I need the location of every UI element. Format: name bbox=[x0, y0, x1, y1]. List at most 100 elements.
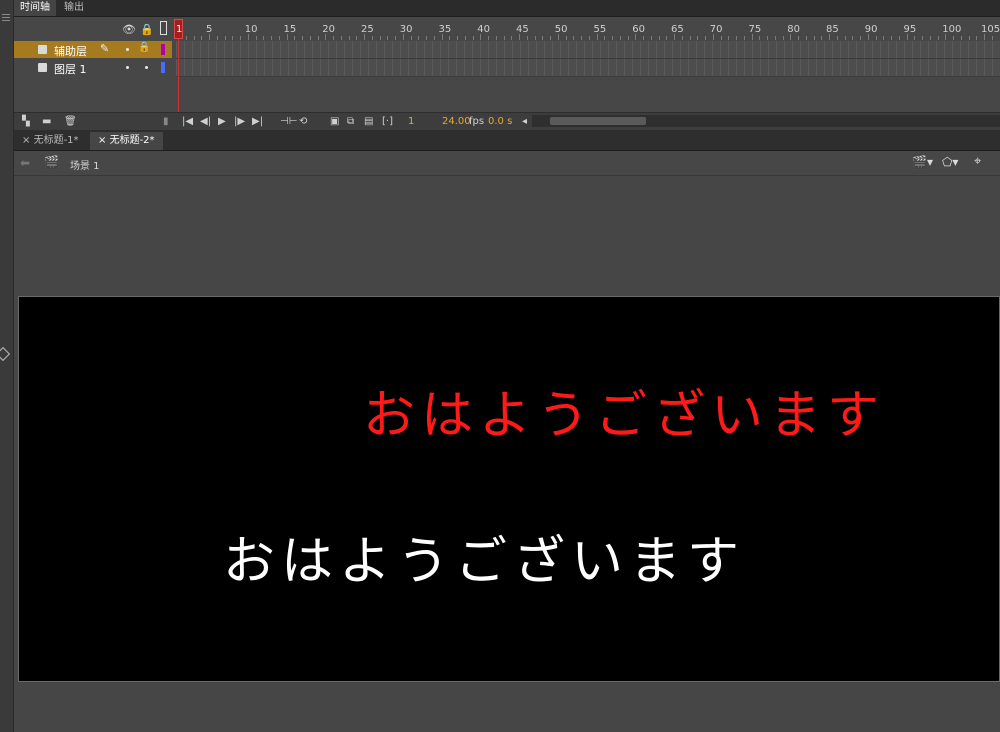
ruler-tick bbox=[193, 36, 195, 40]
lock-dot[interactable] bbox=[145, 66, 148, 69]
ruler-tick bbox=[720, 36, 722, 40]
timeline-hscrollbar[interactable] bbox=[532, 115, 1000, 127]
ruler-tick bbox=[782, 36, 784, 40]
edit-symbols-icon[interactable]: ⬠▾ bbox=[942, 155, 958, 169]
play-icon[interactable]: ▶ bbox=[218, 116, 226, 127]
ruler-tick bbox=[449, 36, 451, 40]
close-icon[interactable]: × bbox=[98, 135, 106, 146]
lock-icon[interactable]: 🔒 bbox=[140, 23, 154, 36]
edit-multiple-frames-icon[interactable]: ▤ bbox=[364, 116, 373, 127]
collapse-diamond-icon[interactable] bbox=[0, 346, 11, 362]
pencil-icon[interactable]: ✎ bbox=[100, 42, 109, 55]
layer-color-swatch[interactable] bbox=[161, 62, 165, 73]
ruler-number: 105 bbox=[981, 24, 1000, 35]
playhead-line bbox=[178, 39, 179, 112]
ruler-tick bbox=[627, 36, 629, 40]
ruler-number: 25 bbox=[361, 24, 374, 35]
timeline-panel: 👁 🔒 5 10 15 20 25 30 35 40 45 50 55 60 65 70 75 80 85 90 9… bbox=[14, 17, 1000, 130]
ruler-number: 60 bbox=[632, 24, 645, 35]
trash-icon[interactable]: 🗑 bbox=[64, 116, 77, 127]
eye-icon[interactable]: 👁 bbox=[122, 23, 136, 36]
ruler-tick bbox=[379, 36, 381, 40]
ruler-tick bbox=[294, 36, 296, 40]
ruler-tick bbox=[263, 36, 265, 40]
ruler-tick bbox=[929, 36, 931, 40]
ruler-tick bbox=[317, 36, 319, 40]
onion-markers-icon[interactable]: [·] bbox=[382, 116, 393, 127]
current-frame[interactable]: 1 bbox=[408, 116, 414, 127]
ruler-tick bbox=[968, 36, 970, 40]
outline-icon[interactable] bbox=[160, 21, 167, 35]
edit-scene-icon[interactable]: 🎬▾ bbox=[912, 155, 933, 169]
layer-row-1[interactable]: 图层 1 bbox=[14, 59, 172, 76]
next-frame-icon[interactable]: |▶ bbox=[234, 116, 245, 127]
loop-icon[interactable]: ⟲ bbox=[299, 116, 307, 127]
ruler-tick bbox=[255, 36, 257, 40]
ruler-tick bbox=[953, 36, 954, 40]
resize-grip-icon[interactable]: ▮ bbox=[163, 116, 169, 127]
frame-rate-value[interactable]: 24.00 bbox=[442, 116, 471, 127]
frame-row[interactable] bbox=[176, 59, 1000, 77]
ruler-tick bbox=[612, 36, 613, 40]
visibility-dot[interactable] bbox=[126, 48, 129, 51]
first-frame-icon[interactable]: |◀ bbox=[182, 116, 193, 127]
layer-color-swatch[interactable] bbox=[161, 44, 165, 55]
ruler-tick bbox=[805, 36, 807, 40]
ruler-tick bbox=[658, 36, 660, 40]
ruler-tick bbox=[767, 36, 768, 40]
lock-icon[interactable]: 🔒 bbox=[138, 42, 150, 53]
center-stage-icon[interactable]: ⌖ bbox=[974, 154, 981, 169]
scroll-left-icon[interactable]: ◂ bbox=[522, 116, 527, 127]
doc-tab-1[interactable]: × 无标题-1* bbox=[14, 132, 87, 150]
stage-text-white[interactable]: おはようございます bbox=[223, 519, 745, 594]
scene-icon: 🎬 bbox=[44, 155, 59, 169]
ruler-number: 45 bbox=[516, 24, 529, 35]
ruler-tick bbox=[550, 36, 551, 40]
frame-row[interactable] bbox=[176, 41, 1000, 59]
ruler-number: 90 bbox=[864, 24, 878, 35]
ruler-tick bbox=[457, 36, 458, 40]
new-folder-icon[interactable]: ▬ bbox=[42, 116, 51, 127]
tab-timeline[interactable]: 时间轴 bbox=[14, 0, 56, 16]
elapsed-time[interactable]: 0.0 s bbox=[488, 116, 512, 127]
stage-text-red[interactable]: おはようございます bbox=[363, 373, 885, 448]
layer-name: 图层 1 bbox=[54, 63, 87, 76]
ruler-tick bbox=[588, 36, 590, 40]
ruler-tick bbox=[922, 36, 923, 40]
ruler-tick bbox=[426, 36, 427, 40]
ruler-number: 70 bbox=[709, 24, 723, 35]
onion-skin-icon[interactable]: ▣ bbox=[330, 116, 339, 127]
scroll-thumb[interactable] bbox=[550, 117, 646, 125]
ruler-number: 95 bbox=[903, 24, 917, 35]
ruler-tick bbox=[356, 36, 358, 40]
tab-output[interactable]: 输出 bbox=[58, 0, 90, 16]
visibility-dot[interactable] bbox=[126, 66, 129, 69]
ruler-tick bbox=[309, 36, 311, 40]
ruler-tick bbox=[891, 36, 892, 40]
close-icon[interactable]: × bbox=[22, 135, 30, 146]
frame-ruler[interactable]: 5 10 15 20 25 30 35 40 45 50 55 60 65 70 75 80 85 90 95 100… bbox=[176, 17, 1000, 41]
onion-outline-icon[interactable]: ⧉ bbox=[347, 116, 354, 127]
ruler-number: 5 bbox=[206, 24, 213, 35]
back-arrow-icon[interactable]: ⬅ bbox=[20, 156, 30, 170]
ruler-tick bbox=[495, 36, 497, 40]
ruler-tick bbox=[503, 36, 505, 40]
ruler-tick bbox=[852, 36, 854, 40]
ruler-tick bbox=[333, 36, 334, 40]
prev-frame-icon[interactable]: ◀| bbox=[200, 116, 211, 127]
ruler-tick bbox=[821, 36, 823, 40]
scene-bar: ⬅ 🎬 场景 1 🎬▾ ⬠▾ ⌖ bbox=[14, 151, 1000, 176]
center-frame-icon[interactable]: ⊣⊢ bbox=[280, 116, 297, 127]
last-frame-icon[interactable]: ▶| bbox=[252, 116, 263, 127]
scene-label[interactable]: 场景 1 bbox=[70, 157, 100, 172]
ruler-tick bbox=[759, 36, 761, 40]
doc-tab-2[interactable]: × 无标题-2* bbox=[90, 132, 163, 150]
frame-rate-unit: fps bbox=[469, 116, 485, 127]
layer-row-guide[interactable]: 辅助层 ✎ 🔒 bbox=[14, 41, 172, 58]
ruler-tick bbox=[860, 36, 861, 40]
stage-canvas[interactable]: おはようございます おはようございます bbox=[18, 296, 1000, 682]
new-layer-icon[interactable]: ▚ bbox=[22, 116, 30, 127]
ruler-tick bbox=[278, 36, 280, 40]
panel-tab-bar: 时间轴 输出 bbox=[14, 0, 1000, 17]
ruler-tick bbox=[689, 36, 691, 40]
